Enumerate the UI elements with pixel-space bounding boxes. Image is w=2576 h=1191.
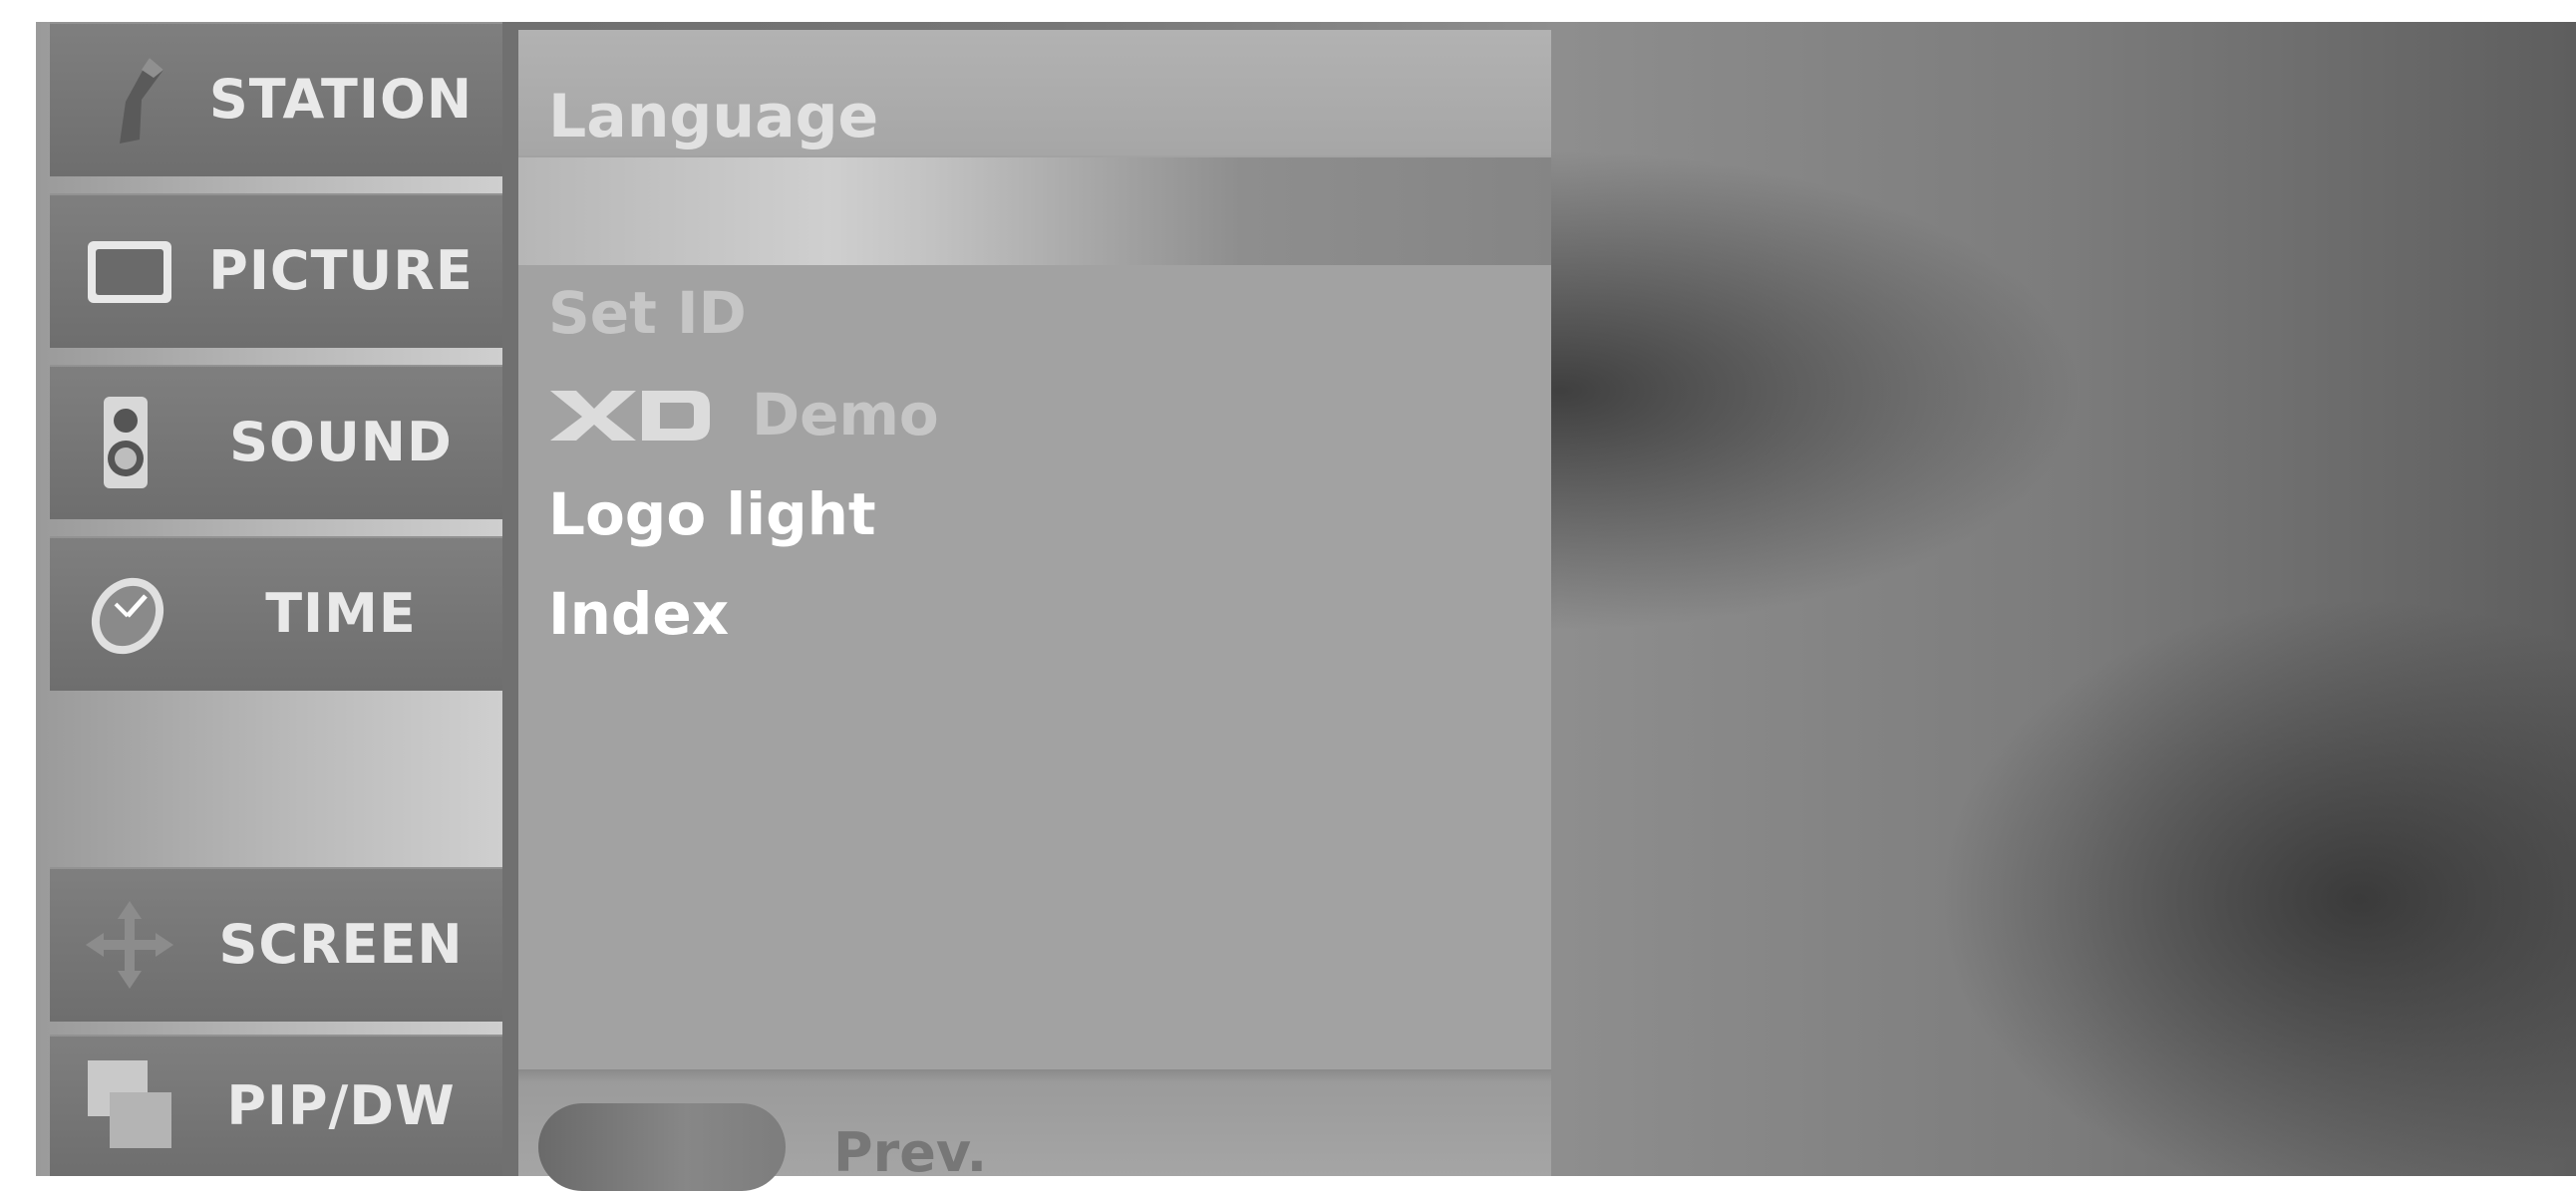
- menu-item-picture[interactable]: PICTURE: [50, 193, 502, 348]
- xd-logo: [550, 391, 710, 441]
- option-set-id[interactable]: Set ID: [548, 279, 747, 347]
- menu-item-sound[interactable]: SOUND: [50, 365, 502, 519]
- menu-item-screen[interactable]: SCREEN: [50, 867, 502, 1022]
- move-arrows-icon: [86, 901, 173, 989]
- menu-item-label: PICTURE: [208, 239, 474, 302]
- submenu-footer: Prev.: [518, 1069, 1551, 1191]
- option-index[interactable]: Index: [548, 580, 729, 648]
- selection-highlight-bar[interactable]: [518, 157, 1551, 265]
- language-submenu-panel: Language Set ID Demo Logo light Index Pr…: [518, 30, 1551, 1191]
- menu-item-station[interactable]: STATION: [50, 22, 502, 176]
- menu-item-label: PIP/DW: [226, 1073, 456, 1137]
- prev-label: Prev.: [833, 1121, 988, 1184]
- pip-windows-icon: [88, 1060, 171, 1148]
- menu-item-label: TIME: [265, 582, 417, 645]
- speaker-icon: [104, 397, 148, 488]
- menu-item-label: SOUND: [229, 411, 453, 473]
- clock-icon: [91, 577, 164, 655]
- option-xd-demo[interactable]: Demo: [752, 381, 939, 448]
- submenu-title: Language: [548, 82, 879, 151]
- main-menu-sidebar: STATION PICTURE SOUND TIME SCREEN PIP/DW: [36, 22, 502, 1176]
- monitor-icon: [88, 241, 171, 303]
- submenu-title-bar: Language: [518, 30, 1551, 155]
- menu-item-label: SCREEN: [218, 913, 464, 976]
- prev-button[interactable]: [538, 1103, 786, 1191]
- antenna-icon: [120, 58, 163, 144]
- option-logo-light[interactable]: Logo light: [548, 480, 876, 548]
- menu-item-label: STATION: [208, 68, 474, 131]
- menu-item-pip-dw[interactable]: PIP/DW: [50, 1035, 502, 1176]
- menu-item-time[interactable]: TIME: [50, 536, 502, 691]
